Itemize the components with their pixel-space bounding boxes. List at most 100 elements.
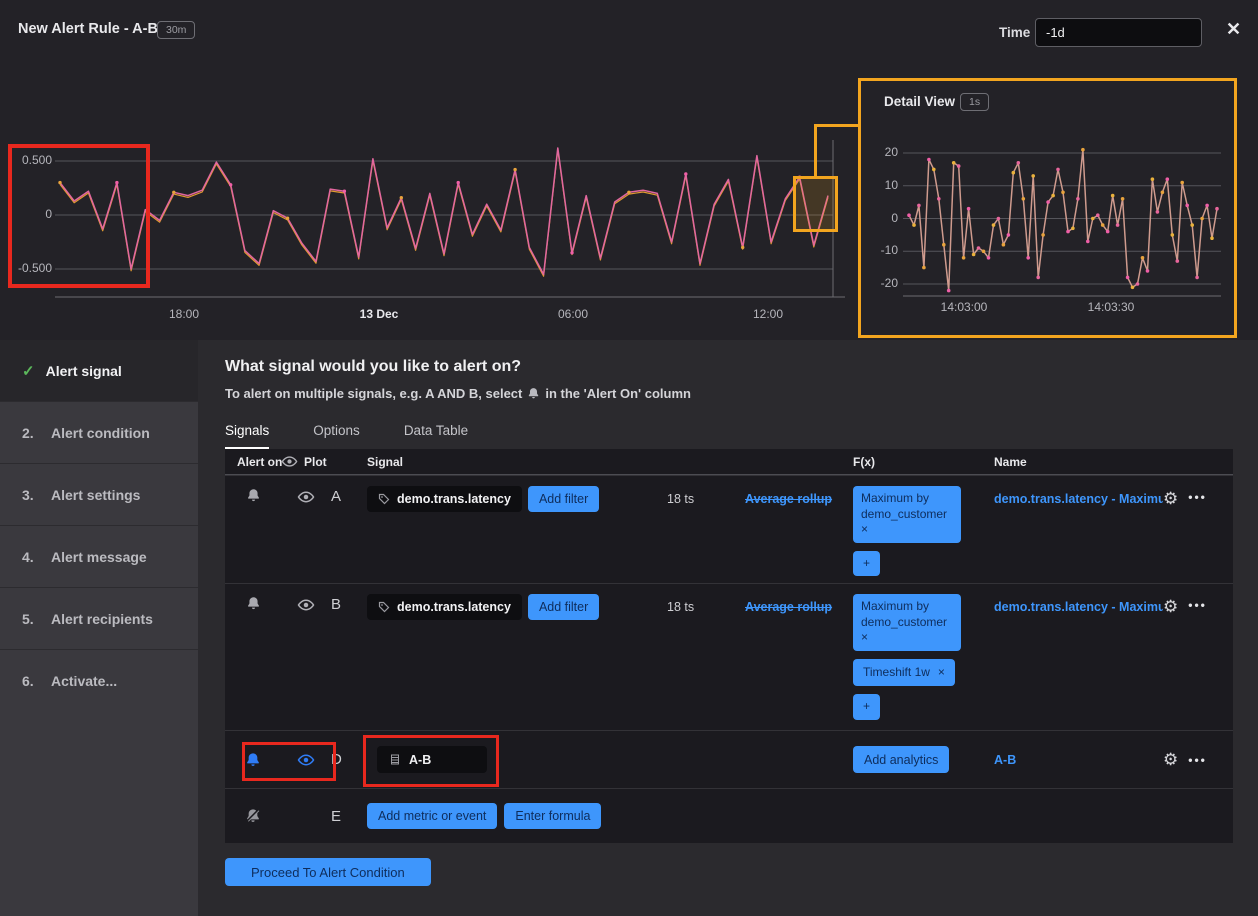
eye-icon [297,488,315,506]
more-options-icon[interactable]: ••• [1188,490,1207,583]
col-alert-on: Alert on [225,455,281,469]
detail-chart [861,81,1234,335]
alert-on-toggle-disabled [225,789,281,843]
close-icon[interactable]: ✕ [1226,19,1241,40]
resolution-badge: 1s [960,93,989,111]
signal-metric-pill[interactable]: demo.trans.latency [367,594,522,620]
signals-table: Alert on Plot Signal F(x) Name [225,449,1233,843]
rollup-link[interactable]: Average rollup [745,600,832,730]
more-options-icon[interactable]: ••• [1188,598,1207,730]
col-fx: F(x) [849,455,994,469]
tab-signals[interactable]: Signals [225,423,269,449]
alert-on-toggle[interactable] [225,584,281,730]
add-analytics-chip-button[interactable]: + [853,551,880,577]
sidebar-item-label: Alert recipients [51,611,153,627]
timeseries-count: 18 ts [667,584,737,730]
eye-icon [281,453,298,470]
formula-text: A-B [409,753,431,767]
subtitle-post: in the 'Alert On' column [545,386,691,401]
alert-on-toggle[interactable] [225,476,281,583]
step-question: What signal would you like to alert on? [225,358,1233,376]
sidebar-filler [0,711,198,916]
bell-icon [245,752,261,768]
rollup-link[interactable]: Average rollup [745,492,832,583]
formula-pill[interactable]: A-B [377,746,487,773]
chip-remove-icon[interactable]: × [861,630,953,646]
signal-name-link[interactable]: A-B [994,753,1016,767]
wizard-sidebar: ✓ Alert signal 2. Alert condition 3. Ale… [0,340,198,916]
analytics-chip[interactable]: Maximum by demo_customer × [853,486,961,543]
detail-y-tick-0: 20 [861,145,898,159]
analytics-chip[interactable]: Maximum by demo_customer × [853,594,961,651]
time-range-input[interactable] [1035,18,1202,47]
eye-icon [297,751,315,769]
timeshift-chip[interactable]: Timeshift 1w × [853,659,955,687]
step-number: 2. [22,425,40,441]
main-x-tick-3: 12:00 [728,307,808,321]
plot-letter: B [331,584,367,730]
alert-rule-dialog: New Alert Rule - A-B 30m Time ✕ 0.500 0 … [0,0,1258,916]
formula-icon [389,753,401,766]
sidebar-item-alert-message[interactable]: 4. Alert message [0,525,198,587]
detail-view-title: Detail View [884,94,955,109]
sidebar-item-label: Alert signal [46,363,122,379]
bell-icon [246,596,261,611]
plot-letter: D [331,731,367,788]
detail-x-tick-1: 14:03:30 [1071,300,1151,314]
signal-name-link[interactable]: demo.trans.latency - Maximum [994,492,1163,583]
detail-zoom-region[interactable] [793,176,838,232]
plot-visibility-toggle[interactable] [281,584,331,730]
tab-options[interactable]: Options [313,423,360,449]
analytics-chip-label: Maximum by demo_customer [861,599,947,629]
signal-name-link[interactable]: demo.trans.latency - Maximum [994,600,1163,730]
detail-y-tick-2: 0 [861,211,898,225]
step-number: 3. [22,487,40,503]
tab-data-table[interactable]: Data Table [404,423,468,449]
detail-view-panel: Detail View 1s 20 10 0 -10 -20 14:03:00 … [858,78,1237,338]
add-filter-button[interactable]: Add filter [528,486,599,512]
proceed-to-alert-condition-button[interactable]: Proceed To Alert Condition [225,858,431,886]
sidebar-item-label: Activate... [51,673,117,689]
signal-metric-pill[interactable]: demo.trans.latency [367,486,522,512]
check-icon: ✓ [22,362,35,380]
sidebar-item-alert-settings[interactable]: 3. Alert settings [0,463,198,525]
red-highlight-box [8,144,150,288]
sidebar-item-activate[interactable]: 6. Activate... [0,649,198,711]
more-options-icon[interactable]: ••• [1188,753,1207,767]
plot-visibility-toggle[interactable] [281,476,331,583]
signal-row-a: A demo.trans.latency Add filter 18 ts Av… [225,475,1233,583]
sidebar-item-alert-signal[interactable]: ✓ Alert signal [0,340,198,401]
detail-y-tick-3: -10 [861,243,898,257]
add-filter-button[interactable]: Add filter [528,594,599,620]
timeshift-chip-label: Timeshift 1w [863,665,930,681]
plot-letter: A [331,476,367,583]
timeseries-count: 18 ts [667,476,737,583]
step-subtitle: To alert on multiple signals, e.g. A AND… [225,386,1233,401]
enter-formula-button[interactable]: Enter formula [504,803,601,829]
tag-icon [378,493,390,505]
main-x-tick-1: 13 Dec [339,307,419,321]
add-analytics-button[interactable]: Add analytics [853,746,949,773]
sidebar-item-alert-condition[interactable]: 2. Alert condition [0,401,198,463]
alert-on-toggle-selected[interactable] [225,731,281,788]
gear-icon[interactable]: ⚙ [1163,751,1178,768]
chip-remove-icon[interactable]: × [938,665,945,681]
sidebar-item-alert-recipients[interactable]: 5. Alert recipients [0,587,198,649]
plot-visibility-toggle-active[interactable] [281,731,331,788]
add-analytics-chip-button[interactable]: + [853,694,880,720]
gear-icon[interactable]: ⚙ [1163,598,1178,730]
col-name: Name [994,455,1163,469]
detail-connector-vertical [814,124,817,178]
step-number: 5. [22,611,40,627]
add-metric-or-event-button[interactable]: Add metric or event [367,803,497,829]
detail-x-tick-0: 14:03:00 [924,300,1004,314]
signal-metric-name: demo.trans.latency [397,600,511,614]
signal-row-e: E Add metric or event Enter formula [225,788,1233,843]
chip-remove-icon[interactable]: × [861,522,953,538]
signal-step-content: What signal would you like to alert on? … [198,340,1258,916]
gear-icon[interactable]: ⚙ [1163,490,1178,583]
analytics-chip-label: Maximum by demo_customer [861,491,947,521]
chart-section: New Alert Rule - A-B 30m Time ✕ 0.500 0 … [0,0,1258,340]
eye-icon [297,596,315,614]
col-plot-label: Plot [304,455,327,469]
